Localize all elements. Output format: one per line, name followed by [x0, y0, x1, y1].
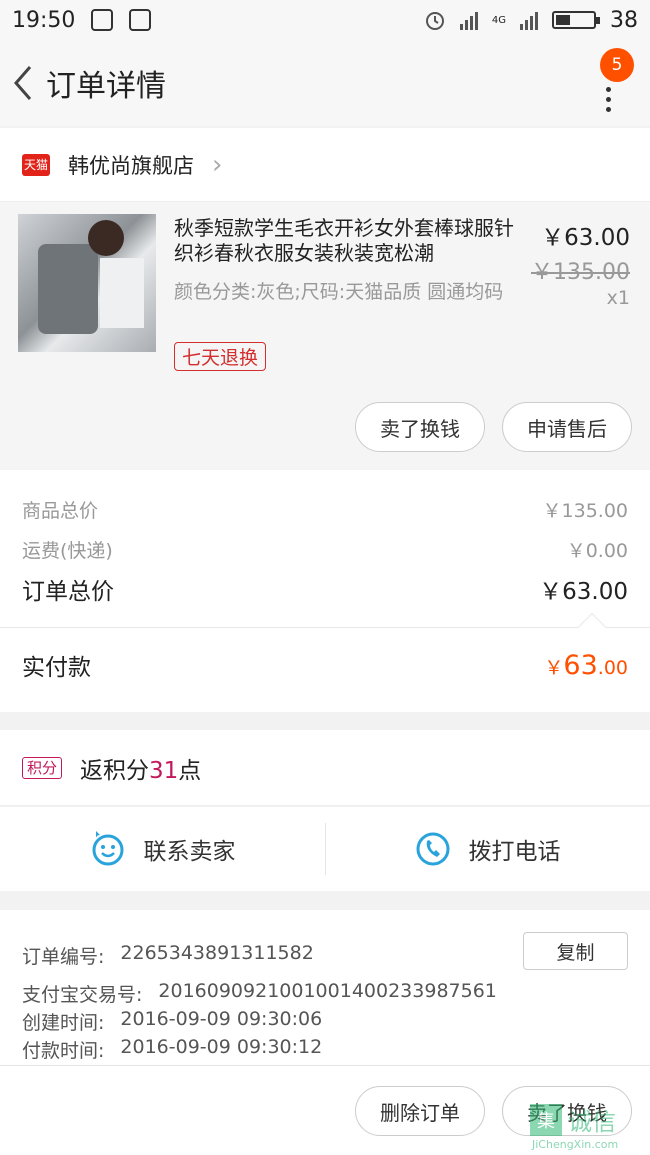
goods-total-label: 商品总价 — [22, 500, 99, 522]
chat-bubble-icon — [92, 831, 123, 866]
watermark-logo: 集 诚信 JiChengXin.com — [530, 1100, 642, 1152]
battery-icon — [552, 11, 600, 29]
order-total-value: ￥63.00 — [539, 579, 628, 605]
alipay-label: 支付宝交易号: — [22, 984, 143, 1006]
paid-time-label: 付款时间: — [22, 1040, 105, 1062]
product-thumbnail[interactable] — [18, 214, 156, 352]
notch — [577, 612, 607, 642]
after-sale-button[interactable]: 申请售后 — [502, 402, 632, 452]
order-info: 订单编号: 2265343891311582 复制 支付宝交易号: 201609… — [0, 910, 650, 1065]
product-spec: 颜色分类:灰色;尺码:天猫品质 圆通均码 — [174, 281, 504, 303]
points-row: 积分 返积分31点 — [0, 730, 650, 806]
signal-icon — [459, 10, 478, 30]
order-no-value: 2265343891311582 — [120, 942, 314, 964]
tmall-icon: 天猫 — [22, 153, 50, 176]
points-prefix: 返积分 — [80, 757, 150, 784]
delete-order-button[interactable]: 删除订单 — [355, 1086, 485, 1136]
alarm-icon — [425, 12, 444, 30]
contact-seller-label: 联系卖家 — [143, 839, 236, 865]
signal-icon-2 — [520, 10, 538, 30]
shipping-label: 运费(快递) — [22, 540, 113, 562]
points-number: 31 — [149, 757, 179, 784]
paid-decimal: .00 — [597, 656, 628, 679]
nav-bar: 订单详情 5 — [0, 40, 650, 126]
message-badge: 5 — [600, 48, 634, 82]
status-time: 19:50 — [12, 7, 76, 33]
page-title: 订单详情 — [46, 69, 166, 104]
phone-icon — [416, 832, 449, 866]
resell-button[interactable]: 卖了换钱 — [355, 402, 485, 452]
chevron-left-icon — [14, 66, 32, 100]
call-phone-label: 拨打电话 — [468, 839, 561, 865]
alipay-value: 2016090921001001400233987561 — [158, 980, 497, 1002]
product-quantity: x1 — [606, 287, 630, 309]
store-row[interactable]: 天猫 韩优尚旗舰店 › — [0, 128, 650, 202]
return-policy-tag: 七天退换 — [174, 342, 267, 371]
paid-label: 实付款 — [22, 655, 91, 681]
battery-level: 38 — [610, 7, 638, 33]
notification-icon — [129, 9, 152, 31]
created-value: 2016-09-09 09:30:06 — [120, 1008, 323, 1030]
goods-total-value: ￥135.00 — [542, 500, 628, 522]
paid-currency: ￥ — [544, 656, 564, 679]
divider — [0, 627, 650, 628]
order-no-label: 订单编号: — [22, 946, 105, 968]
product-price: ￥63.00 — [541, 225, 630, 251]
status-bar: 19:50 4G 38 — [0, 0, 650, 40]
points-icon: 积分 — [22, 756, 63, 779]
product-card: 秋季短款学生毛衣开衫女外套棒球服针织衫春秋衣服女装秋装宽松潮 颜色分类:灰色;尺… — [0, 202, 650, 470]
qq-icon — [91, 9, 114, 31]
store-name: 韩优尚旗舰店 — [68, 153, 194, 178]
divider — [325, 823, 326, 875]
price-summary: 商品总价 ￥135.00 运费(快递) ￥0.00 订单总价 ￥63.00 实付… — [0, 470, 650, 712]
paid-time-value: 2016-09-09 09:30:12 — [120, 1036, 323, 1058]
shipping-value: ￥0.00 — [566, 540, 628, 562]
network-type: 4G — [491, 14, 506, 26]
order-total-label: 订单总价 — [22, 579, 114, 605]
points-text: 返积分31点 — [80, 751, 201, 785]
call-phone-button[interactable]: 拨打电话 — [325, 807, 650, 891]
back-button[interactable] — [0, 40, 46, 126]
paid-value: ￥63.00 — [544, 650, 628, 681]
chevron-right-icon: › — [212, 149, 223, 180]
created-label: 创建时间: — [22, 1012, 105, 1034]
product-original-price: ￥135.00 — [531, 260, 630, 285]
copy-button[interactable]: 复制 — [523, 932, 628, 970]
points-suffix: 点 — [178, 757, 202, 784]
contact-bar: 联系卖家 拨打电话 — [0, 807, 650, 891]
product-title[interactable]: 秋季短款学生毛衣开衫女外套棒球服针织衫春秋衣服女装秋装宽松潮 — [174, 216, 524, 266]
paid-integer: 63 — [563, 649, 598, 681]
contact-seller-button[interactable]: 联系卖家 — [0, 807, 325, 891]
